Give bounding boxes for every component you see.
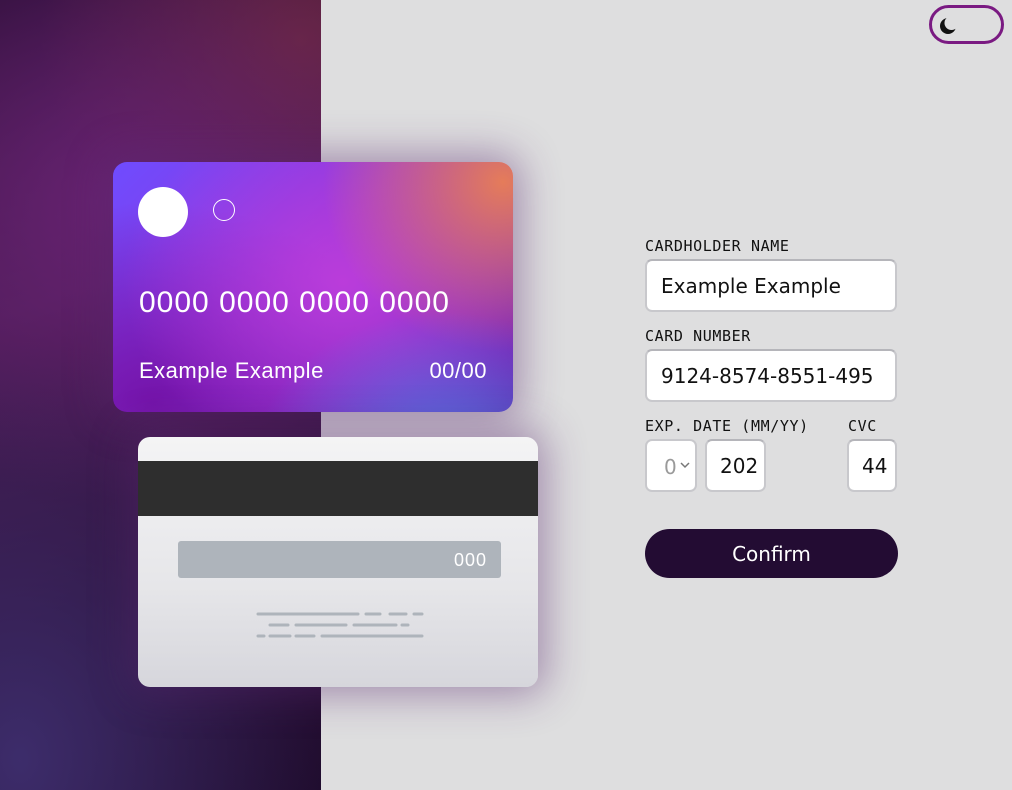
card-number-label: CARD NUMBER [645,327,751,345]
cvc-input[interactable] [847,439,897,492]
card-back-cvc: 000 [453,550,487,570]
fine-print-lines [256,612,424,638]
theme-toggle[interactable] [929,5,1004,44]
card-logo-small-circle [213,199,235,221]
cvc-label: CVC [848,417,877,435]
cardholder-name-label: CARDHOLDER NAME [645,237,790,255]
confirm-button[interactable]: Confirm [645,529,898,578]
cardholder-name-input[interactable] [645,259,897,312]
card-front-expiry: 00/00 [429,358,487,383]
card-front-name: Example Example [139,358,324,383]
card-number-input[interactable] [645,349,897,402]
card-logo-large-circle [138,187,188,237]
exp-month-value: 0 [664,455,677,479]
magnetic-stripe [138,461,538,516]
card-back: 000 [138,437,538,687]
exp-date-label: EXP. DATE (MM/YY) [645,417,809,435]
card-front-number: 0000 0000 0000 0000 [139,286,450,319]
card-front: 0000 0000 0000 0000 Example Example 00/0… [113,162,513,412]
chevron-down-icon [680,462,690,469]
moon-icon [940,17,957,34]
signature-strip: 000 [178,541,501,578]
exp-month-select[interactable]: 0 [645,439,697,492]
exp-year-input[interactable] [705,439,766,492]
